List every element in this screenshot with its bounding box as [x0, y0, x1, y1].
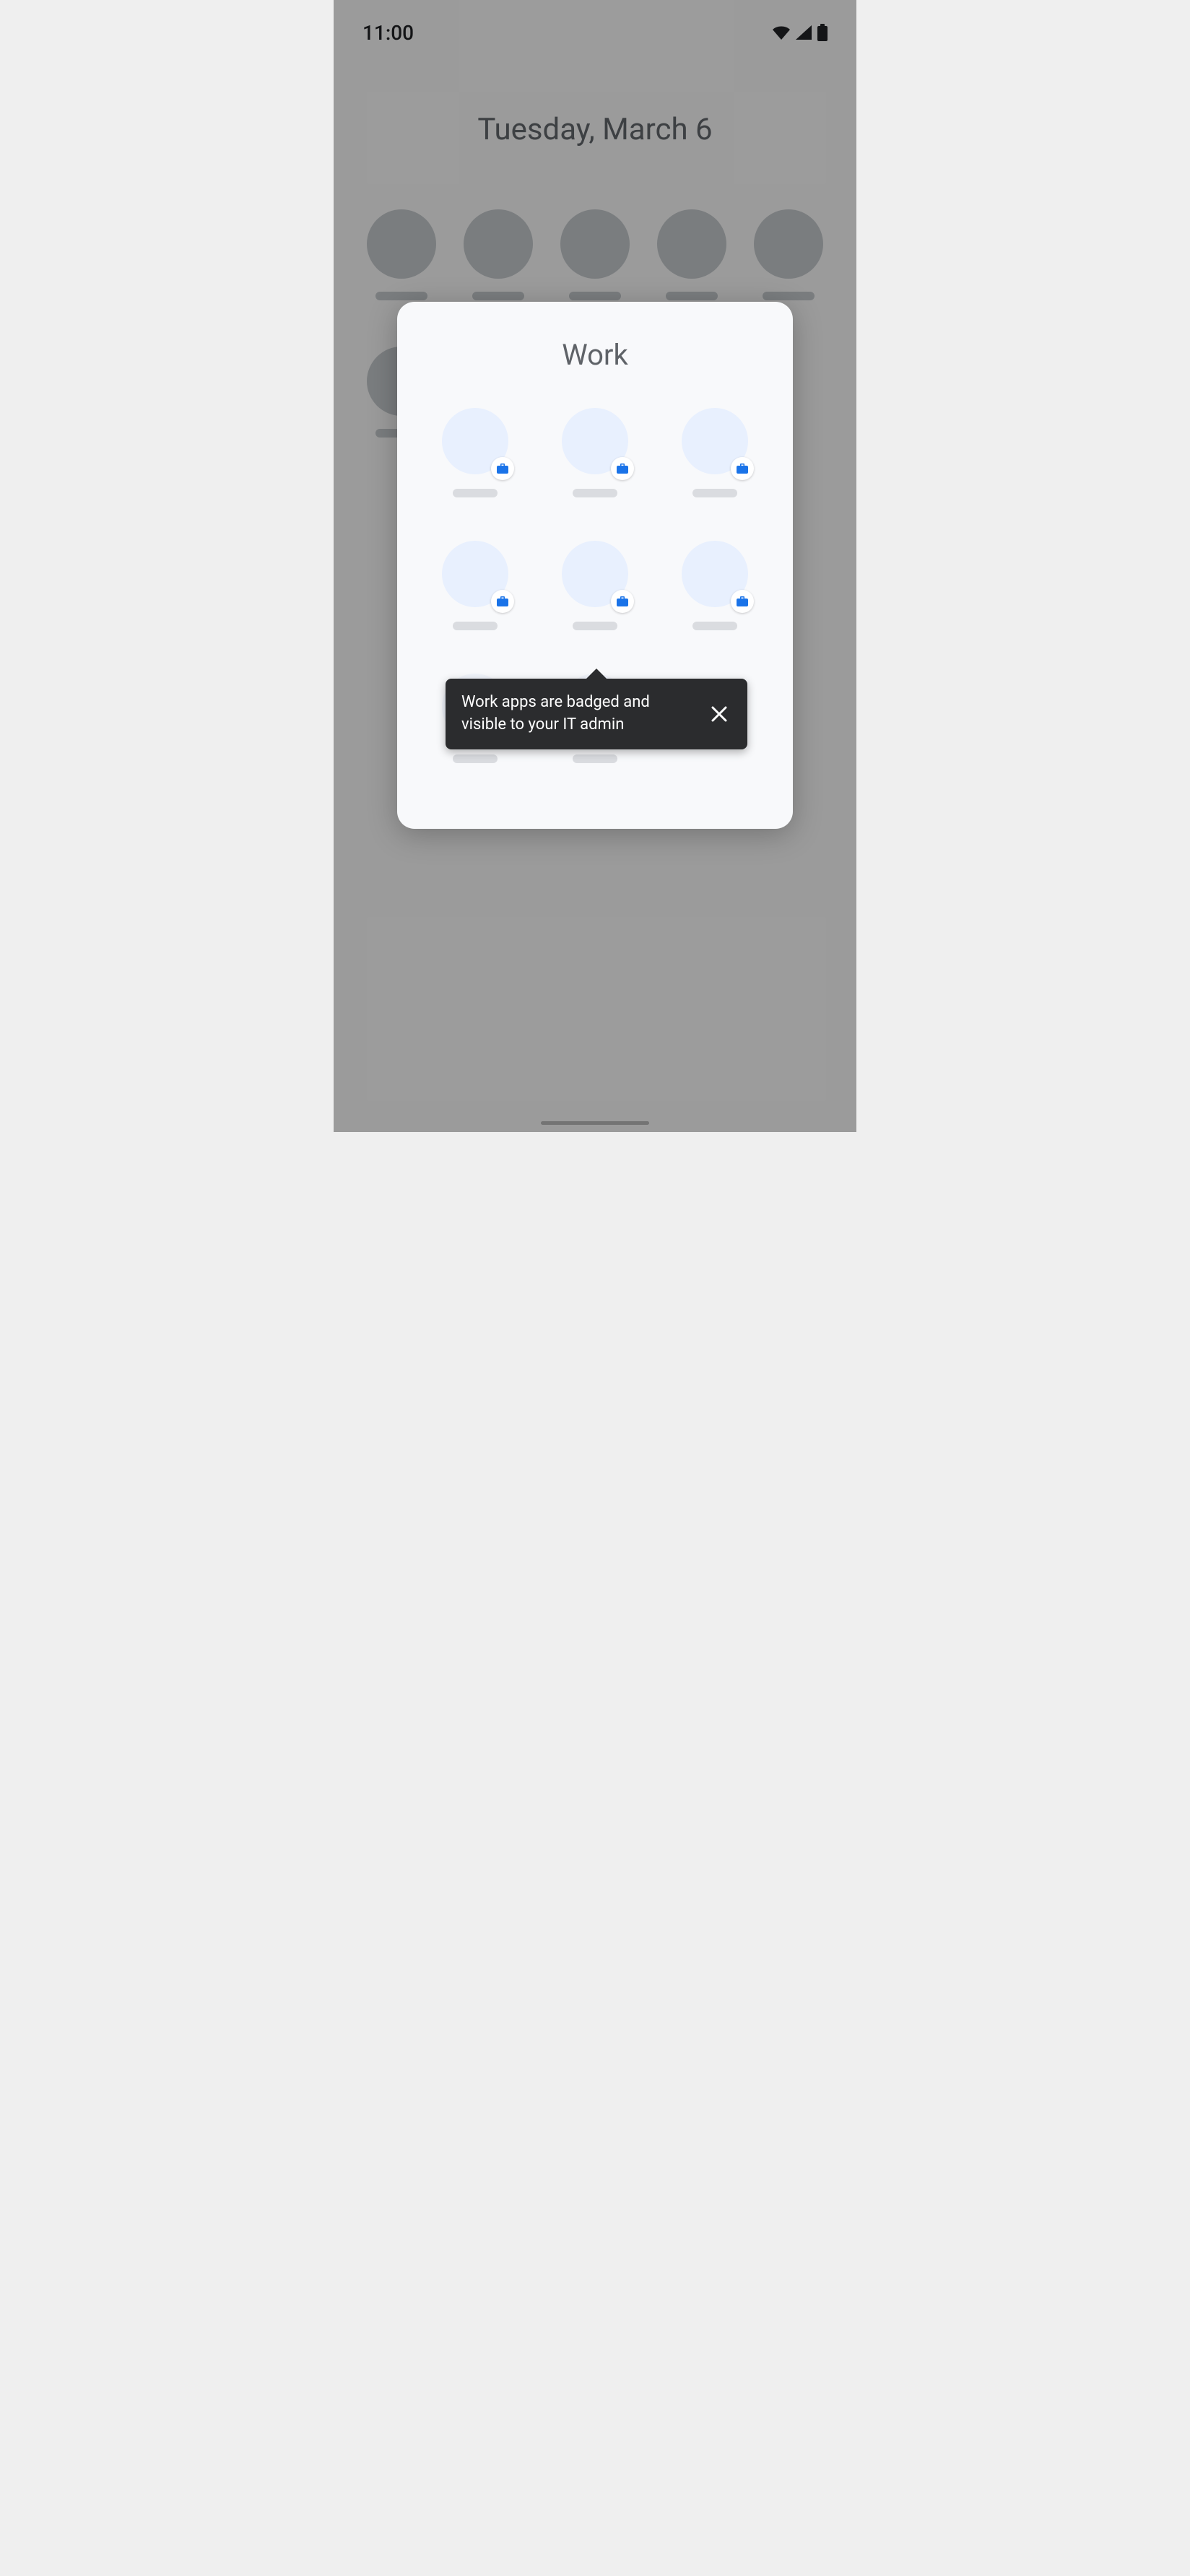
app-label-placeholder — [692, 489, 737, 497]
folder-title[interactable]: Work — [397, 338, 793, 372]
close-icon — [710, 705, 729, 723]
app-label-placeholder — [573, 622, 617, 630]
briefcase-icon — [731, 457, 754, 480]
app-label-placeholder — [453, 754, 498, 763]
app-label-placeholder — [453, 622, 498, 630]
work-app[interactable] — [426, 408, 524, 497]
work-badge-tooltip: Work apps are badged and visible to your… — [446, 679, 747, 749]
tooltip-close-button[interactable] — [705, 700, 733, 728]
work-app[interactable] — [546, 541, 644, 630]
app-label-placeholder — [573, 489, 617, 497]
work-app[interactable] — [666, 408, 764, 497]
briefcase-icon — [611, 457, 634, 480]
briefcase-icon — [731, 590, 754, 613]
work-folder: Work — [397, 302, 793, 829]
briefcase-icon — [491, 457, 514, 480]
briefcase-icon — [611, 590, 634, 613]
app-label-placeholder — [453, 489, 498, 497]
work-app[interactable] — [666, 541, 764, 630]
app-label-placeholder — [573, 754, 617, 763]
tooltip-text: Work apps are badged and visible to your… — [461, 692, 685, 736]
work-app[interactable] — [546, 408, 644, 497]
work-app[interactable] — [426, 541, 524, 630]
app-label-placeholder — [692, 622, 737, 630]
briefcase-icon — [491, 590, 514, 613]
